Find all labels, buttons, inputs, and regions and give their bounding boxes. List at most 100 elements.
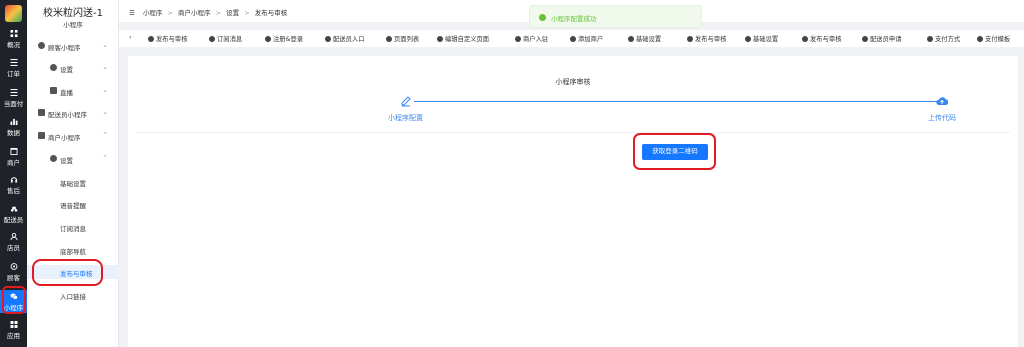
step-config-label: 小程序配置 — [388, 114, 423, 122]
chevron-up-icon: ⌃ — [102, 131, 108, 139]
chart-icon — [265, 36, 271, 42]
chevron-down-icon: ⌄ — [102, 41, 108, 49]
sidebar-item-courier-miniprogram[interactable]: 配送员小程序 ⌄ — [27, 106, 119, 120]
shop-icon — [38, 132, 45, 139]
tab-courier-entry[interactable]: 配送员入口 — [325, 34, 364, 43]
chevron-down-icon: ⌄ — [102, 86, 108, 94]
rail-item-aftersale[interactable]: 售后 — [0, 176, 27, 195]
tab-publish-review-2[interactable]: 发布与审核 — [687, 34, 726, 43]
rail-item-overview[interactable]: 概况 — [0, 30, 27, 49]
tab-edit-custom-page[interactable]: 编辑自定义页面 — [437, 34, 489, 43]
apps-icon — [10, 321, 17, 328]
check-circle-icon — [539, 14, 546, 21]
overview-icon — [10, 30, 17, 37]
user-icon — [325, 36, 331, 42]
sidebar-item-live[interactable]: 直播 ⌄ — [27, 84, 119, 98]
rail-item-shop[interactable]: 商户 — [0, 148, 27, 167]
user-icon — [977, 36, 983, 42]
main-panel: 小程序审核 小程序配置 上传代码 获取登录二维码 — [128, 56, 1018, 347]
rail-item-customer[interactable]: 顾客 — [0, 263, 27, 282]
step-upload-label: 上传代码 — [928, 114, 956, 122]
user-circle-icon — [38, 42, 45, 49]
user-icon — [927, 36, 933, 42]
sidebar-item-merchant-settings[interactable]: 设置 ⌃ — [27, 152, 119, 166]
sidebar-item-customer-miniprogram[interactable]: 顾客小程序 ⌄ — [27, 39, 119, 53]
edit-icon — [401, 96, 411, 107]
clock-icon — [209, 36, 215, 42]
chevron-up-icon: ⌃ — [102, 154, 108, 162]
tab-merchant-join[interactable]: 商户入驻 — [515, 34, 548, 43]
shop-icon — [10, 148, 17, 155]
user-icon — [515, 36, 521, 42]
tab-scroll-left-button[interactable]: ‹ — [129, 34, 132, 41]
breadcrumb: ☰ 小程序 > 商户小程序 > 设置 > 发布与审核 — [129, 9, 288, 17]
chevron-down-icon: ⌄ — [102, 63, 108, 71]
app-logo — [5, 5, 22, 22]
rail-item-order[interactable]: 订单 — [0, 59, 27, 78]
breadcrumb-item[interactable]: 设置 — [226, 9, 239, 17]
progress-line — [414, 101, 945, 102]
clerk-icon — [10, 233, 17, 240]
list-icon — [386, 36, 392, 42]
edit-icon — [437, 36, 443, 42]
section-divider — [136, 132, 1010, 133]
truck-icon — [38, 109, 45, 116]
rail-item-courier[interactable]: 配送员 — [0, 205, 27, 224]
tab-register-login[interactable]: 注册&登录 — [265, 34, 303, 43]
rail-item-apps[interactable]: 应用 — [0, 321, 27, 340]
breadcrumb-item[interactable]: 小程序 — [143, 9, 163, 17]
sidebar-subtitle: 小程序 — [63, 21, 83, 29]
chevron-down-icon: ⌄ — [102, 108, 108, 116]
sidebar-highlight-box — [32, 259, 103, 286]
store-name: 校米粒闪送-1 — [43, 8, 103, 19]
gear-icon — [50, 64, 57, 71]
tab-bar: ‹ 发布与审核 订阅消息 注册&登录 配送员入口 页面列表 编辑自定义页面 商户… — [119, 30, 1024, 47]
button-highlight-box — [633, 133, 716, 170]
customer-icon — [10, 263, 17, 270]
tab-payment-template[interactable]: 支付模板 — [977, 34, 1010, 43]
sidebar-item-merchant-miniprogram[interactable]: 商户小程序 ⌃ — [27, 129, 119, 143]
sub-sidebar: 校米粒闪送-1 小程序 顾客小程序 ⌄ 设置 ⌄ 直播 ⌄ 配送员小程序 ⌄ 商… — [27, 0, 119, 347]
pay-icon — [10, 89, 17, 96]
wechat-icon — [687, 36, 693, 42]
success-toast: 小程序配置成功 — [529, 5, 702, 28]
headset-icon — [10, 177, 17, 183]
data-icon — [10, 118, 17, 125]
sidebar-item-entry-link[interactable]: 入口链接 — [27, 288, 119, 302]
tab-publish-review[interactable]: 发布与审核 — [148, 34, 187, 43]
rail-item-data[interactable]: 数据 — [0, 118, 27, 137]
left-rail: 概况 订单 当面付 数据 商户 售后 配送员 店员 顾客 小程序 应用 — [0, 0, 27, 347]
cloud-upload-icon — [936, 97, 948, 106]
tab-courier-apply[interactable]: 配送员申请 — [862, 34, 901, 43]
tab-add-merchant[interactable]: 添加商户 — [570, 34, 603, 43]
tab-subscribe-messages[interactable]: 订阅消息 — [209, 34, 242, 43]
user-icon — [862, 36, 868, 42]
order-icon — [10, 59, 17, 66]
wechat-icon — [628, 36, 634, 42]
sidebar-item-subscribe-messages[interactable]: 订阅消息 — [27, 220, 119, 234]
sidebar-item-settings[interactable]: 设置 ⌄ — [27, 61, 119, 75]
menu-toggle-icon[interactable]: ☰ — [129, 9, 135, 17]
tab-publish-review-3[interactable]: 发布与审核 — [802, 34, 841, 43]
shop-icon — [570, 36, 576, 42]
breadcrumb-current: 发布与审核 — [254, 9, 288, 17]
section-title: 小程序审核 — [555, 78, 591, 86]
tab-payment-methods[interactable]: 支付方式 — [927, 34, 960, 43]
tab-basic-settings-2[interactable]: 基础设置 — [745, 34, 778, 43]
rail-item-facepay[interactable]: 当面付 — [0, 89, 27, 108]
tab-basic-settings[interactable]: 基础设置 — [628, 34, 661, 43]
tab-page-list[interactable]: 页面列表 — [386, 34, 419, 43]
wechat-icon — [745, 36, 751, 42]
sidebar-item-basic-settings[interactable]: 基础设置 — [27, 175, 119, 189]
toast-message: 小程序配置成功 — [551, 15, 597, 23]
gear-icon — [148, 36, 154, 42]
sidebar-item-bottom-nav[interactable]: 底部导航 — [27, 243, 119, 257]
rail-item-clerk[interactable]: 店员 — [0, 233, 27, 252]
breadcrumb-item[interactable]: 商户小程序 — [178, 9, 211, 17]
courier-icon — [10, 206, 17, 212]
sidebar-item-voice-reminder[interactable]: 语音提醒 — [27, 197, 119, 211]
gear-icon — [50, 155, 57, 162]
rail-highlight-box — [2, 286, 26, 314]
wechat-icon — [802, 36, 808, 42]
video-icon — [50, 87, 57, 94]
